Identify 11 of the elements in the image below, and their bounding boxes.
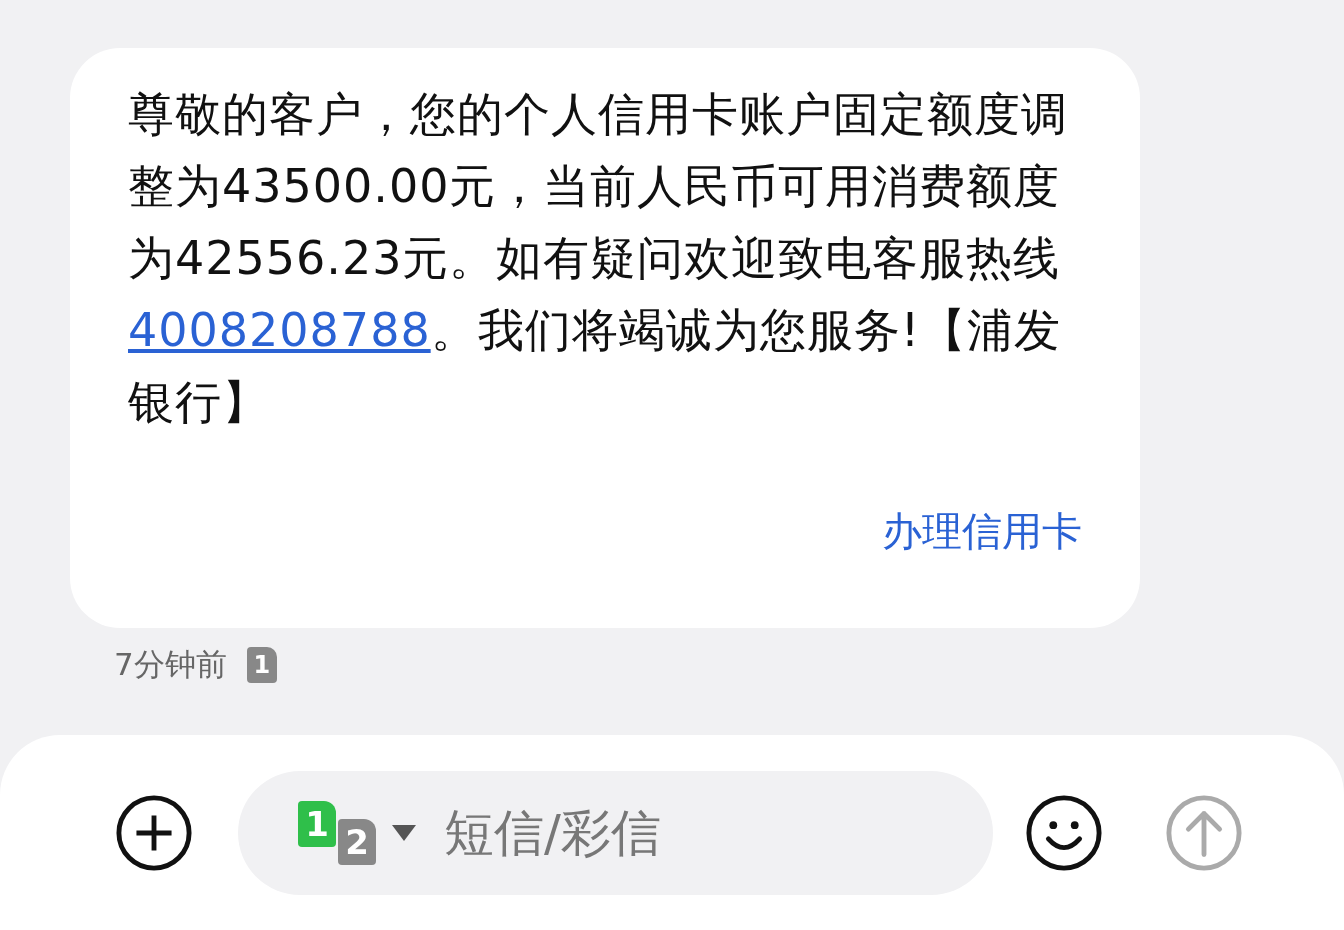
sim-card-icon[interactable]: 1: [298, 800, 336, 847]
emoji-icon[interactable]: [1025, 793, 1103, 872]
message-input[interactable]: 1 2 短信/彩信: [238, 770, 993, 895]
apply-card-link[interactable]: 办理信用卡: [882, 504, 1082, 559]
add-icon[interactable]: [115, 793, 193, 872]
phone-link[interactable]: 4008208788: [128, 303, 431, 357]
timestamp: 7分钟前: [114, 645, 227, 684]
sim-card-icon[interactable]: 2: [338, 818, 376, 865]
caret-icon[interactable]: [392, 824, 416, 841]
sim-badge: 1: [246, 647, 277, 683]
message-text: 尊敬的客户，您的个人信用卡账户固定额度调整为43500.00元，当前人民币可用消费额度为42556.23元。如有疑问欢迎致电客服热线 4008208788。我们将竭诚为您服务!【浦发银行】: [128, 86, 1069, 431]
